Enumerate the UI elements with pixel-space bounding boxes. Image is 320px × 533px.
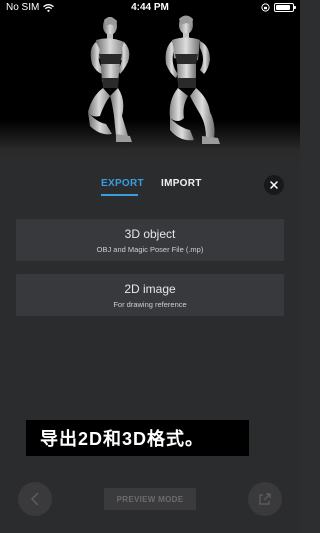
option-title: 2D image (124, 282, 176, 296)
tab-export[interactable]: EXPORT (101, 178, 144, 189)
chevron-left-icon (30, 492, 39, 506)
bottom-toolbar: PREVIEW MODE (0, 482, 300, 518)
export-2d-image-button[interactable]: 2D image For drawing reference (16, 274, 284, 316)
export-import-sheet: EXPORT IMPORT 3D object OBJ and Magic Po… (0, 156, 300, 533)
close-icon (270, 181, 278, 189)
share-icon (259, 493, 271, 505)
back-button[interactable] (18, 482, 52, 516)
export-3d-object-button[interactable]: 3D object OBJ and Magic Poser File (.mp) (16, 219, 284, 261)
battery-icon (274, 3, 296, 12)
status-bar: No SIM 4:44 PM (0, 0, 300, 16)
posed-figure-right[interactable] (160, 14, 230, 164)
promo-caption: 导出2D和3D格式。 (26, 420, 249, 456)
status-time: 4:44 PM (131, 2, 169, 13)
option-subtitle: For drawing reference (113, 300, 187, 309)
active-tab-indicator (101, 194, 138, 196)
tab-bar: EXPORT IMPORT (0, 178, 300, 200)
posed-figure-left[interactable] (82, 16, 144, 156)
preview-mode-button[interactable]: PREVIEW MODE (104, 488, 196, 510)
close-button[interactable] (264, 175, 284, 195)
option-title: 3D object (124, 227, 176, 241)
share-button[interactable] (248, 482, 282, 516)
orientation-lock-icon (261, 3, 270, 12)
status-right (261, 3, 296, 12)
tab-import[interactable]: IMPORT (161, 178, 202, 189)
option-subtitle: OBJ and Magic Poser File (.mp) (96, 245, 204, 254)
